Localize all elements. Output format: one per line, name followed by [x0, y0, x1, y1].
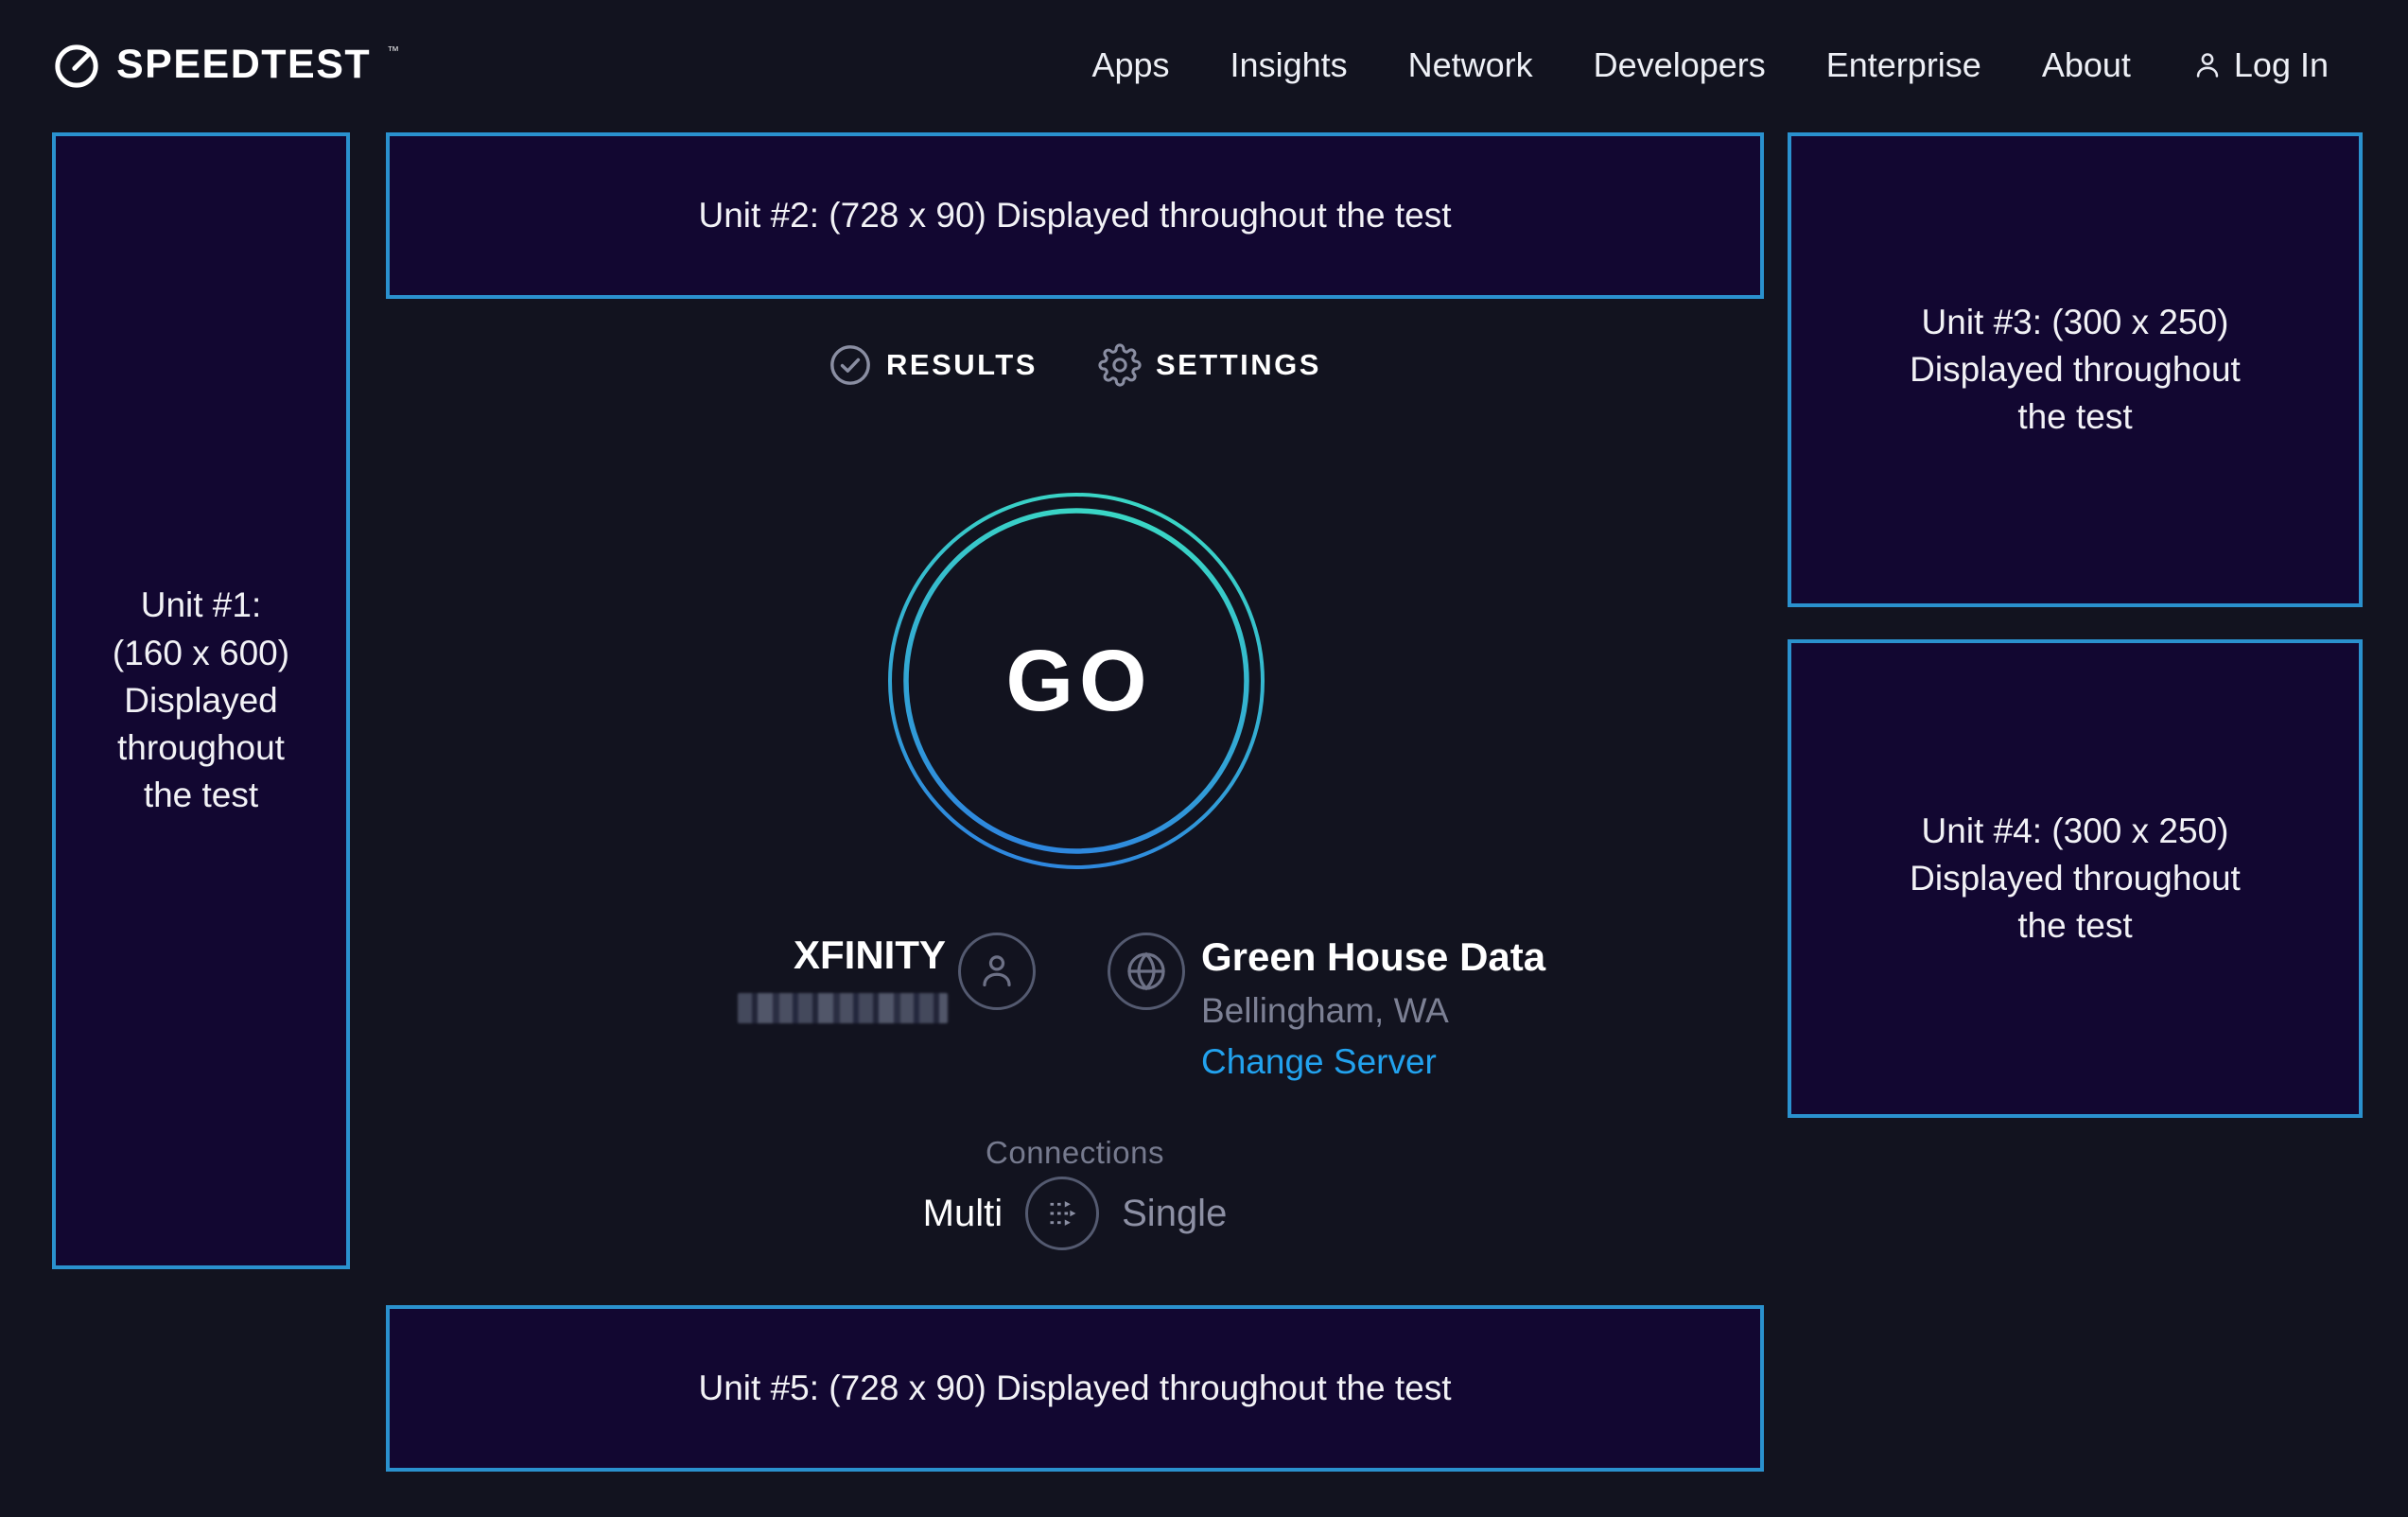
connections-multi[interactable]: Multi	[923, 1193, 1003, 1235]
ad-line: Unit #2: (728 x 90) Displayed throughout…	[699, 192, 1452, 239]
login-label: Log In	[2234, 45, 2329, 85]
ad-line: Unit #1:	[113, 582, 289, 629]
main-nav: Apps Insights Network Developers Enterpr…	[1091, 45, 2329, 85]
logo-text: SPEEDTEST	[116, 40, 371, 89]
connections-label: Connections	[386, 1135, 1764, 1171]
go-label: GO	[882, 487, 1270, 875]
ad-unit-5[interactable]: Unit #5: (728 x 90) Displayed throughout…	[386, 1305, 1764, 1472]
nav-apps[interactable]: Apps	[1091, 45, 1169, 85]
ad-unit-4-text: Unit #4: (300 x 250) Displayed throughou…	[1910, 808, 2241, 950]
change-server-link[interactable]: Change Server	[1201, 1042, 1437, 1082]
ad-unit-3-text: Unit #3: (300 x 250) Displayed throughou…	[1910, 299, 2241, 442]
server-location: Bellingham, WA	[1201, 991, 1449, 1031]
connections-mode-button[interactable]	[1025, 1177, 1099, 1250]
nav-login[interactable]: Log In	[2191, 45, 2329, 85]
user-icon	[2191, 49, 2224, 81]
ad-unit-1-text: Unit #1: (160 x 600) Displayed throughou…	[113, 582, 289, 820]
tabs-bar: RESULTS SETTINGS	[386, 339, 1764, 392]
nav-insights[interactable]: Insights	[1230, 45, 1348, 85]
isp-avatar	[958, 933, 1036, 1010]
server-globe-badge	[1108, 933, 1185, 1010]
ad-line: Unit #4: (300 x 250)	[1910, 808, 2241, 855]
connections-toggle: Multi Single	[386, 1176, 1764, 1251]
isp-details-redacted	[738, 993, 948, 1023]
multi-connections-icon	[1038, 1190, 1086, 1237]
ad-unit-5-text: Unit #5: (728 x 90) Displayed throughout…	[699, 1365, 1452, 1412]
logo-trademark: ™	[387, 44, 399, 58]
speedtest-page: SPEEDTEST ™ Apps Insights Network Develo…	[0, 0, 2408, 1517]
tab-results-label: RESULTS	[886, 348, 1038, 382]
nav-developers[interactable]: Developers	[1594, 45, 1766, 85]
ad-unit-1[interactable]: Unit #1: (160 x 600) Displayed throughou…	[52, 132, 350, 1269]
ad-line: the test	[113, 772, 289, 819]
tab-settings-label: SETTINGS	[1156, 348, 1321, 382]
gauge-icon	[52, 42, 101, 91]
ad-line: (160 x 600)	[113, 630, 289, 677]
isp-name: XFINITY	[567, 933, 946, 978]
nav-about[interactable]: About	[2042, 45, 2131, 85]
nav-network[interactable]: Network	[1408, 45, 1533, 85]
connections-single[interactable]: Single	[1122, 1193, 1227, 1235]
user-icon	[975, 950, 1019, 993]
ad-unit-3[interactable]: Unit #3: (300 x 250) Displayed throughou…	[1788, 132, 2363, 607]
header: SPEEDTEST ™ Apps Insights Network Develo…	[0, 0, 2408, 131]
ad-line: throughout	[113, 724, 289, 772]
ad-line: Unit #3: (300 x 250)	[1910, 299, 2241, 346]
ad-unit-2[interactable]: Unit #2: (728 x 90) Displayed throughout…	[386, 132, 1764, 299]
go-button[interactable]: GO	[882, 487, 1270, 875]
ad-line: Displayed throughout	[1910, 346, 2241, 393]
gear-icon	[1098, 343, 1142, 387]
ad-line: Displayed	[113, 677, 289, 724]
ad-unit-4[interactable]: Unit #4: (300 x 250) Displayed throughou…	[1788, 639, 2363, 1118]
ad-line: Displayed throughout	[1910, 855, 2241, 902]
globe-icon	[1125, 950, 1168, 993]
ad-line: the test	[1910, 393, 2241, 441]
ad-line: Unit #5: (728 x 90) Displayed throughout…	[699, 1365, 1452, 1412]
ad-unit-2-text: Unit #2: (728 x 90) Displayed throughout…	[699, 192, 1452, 239]
server-name: Green House Data	[1201, 934, 1545, 980]
tab-settings[interactable]: SETTINGS	[1098, 343, 1321, 387]
ad-line: the test	[1910, 902, 2241, 950]
tab-results[interactable]: RESULTS	[829, 343, 1038, 387]
check-circle-icon	[829, 343, 872, 387]
speedtest-logo[interactable]: SPEEDTEST ™	[52, 40, 399, 91]
nav-enterprise[interactable]: Enterprise	[1826, 45, 1981, 85]
